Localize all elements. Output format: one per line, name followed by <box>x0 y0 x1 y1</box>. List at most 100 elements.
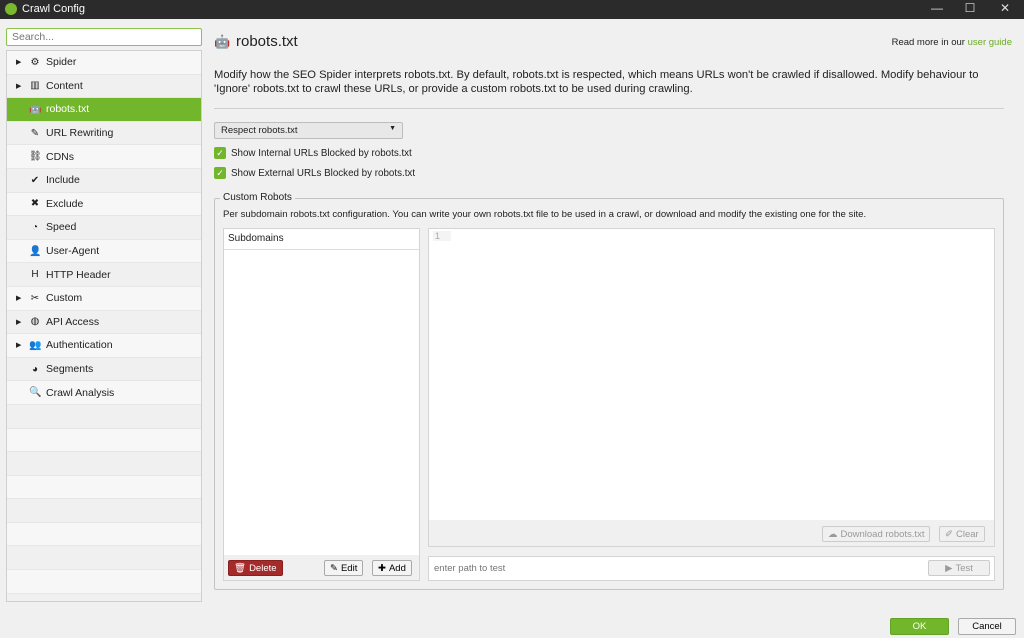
app-logo-icon <box>5 3 17 15</box>
subdomains-list[interactable]: Subdomains <box>223 228 420 581</box>
empty-row <box>7 523 201 547</box>
delete-button[interactable]: 🗑 Delete <box>228 560 283 576</box>
item-icon: ▥ <box>30 80 40 92</box>
title-bar: Crawl Config — ☐ ✕ <box>0 0 1024 19</box>
custom-robots-description: Per subdomain robots.txt configuration. … <box>223 209 867 220</box>
description: Modify how the SEO Spider interprets rob… <box>214 69 979 95</box>
chevron-down-icon: ▼ <box>389 125 396 132</box>
edit-button[interactable]: ✎ Edit <box>324 560 364 576</box>
window-title: Crawl Config <box>22 3 85 15</box>
robot-icon: 🤖 <box>214 34 231 49</box>
subdomains-toolbar: 🗑 Delete ✎ Edit ✚ Add <box>224 555 419 580</box>
search-input[interactable] <box>6 28 202 46</box>
sidebar-item-label: Crawl Analysis <box>46 386 115 399</box>
item-icon: ✂ <box>30 292 40 304</box>
sidebar-item-user-agent[interactable]: 👤 User-Agent <box>7 240 201 264</box>
item-icon: 👤 <box>29 245 42 257</box>
divider <box>214 108 1004 109</box>
sidebar-item-label: User-Agent <box>46 245 100 258</box>
show-internal-checkbox[interactable]: ✓ Show Internal URLs Blocked by robots.tx… <box>214 147 412 159</box>
item-icon: 🔍 <box>29 387 42 399</box>
user-guide-link[interactable]: user guide <box>968 37 1012 48</box>
item-icon: ✔ <box>30 174 40 186</box>
download-robots-button[interactable]: ☁ Download robots.txt <box>822 526 931 542</box>
clear-label: Clear <box>955 528 979 540</box>
trash-icon: 🗑 <box>234 562 247 574</box>
item-icon: 🤖 <box>29 103 42 115</box>
sidebar-item-label: API Access <box>46 315 100 328</box>
show-external-label: Show External URLs Blocked by robots.txt <box>231 167 416 179</box>
robots-mode-value: Respect robots.txt <box>221 125 298 136</box>
sidebar-item-spider[interactable]: ▶ ⚙ Spider <box>7 51 201 75</box>
sidebar-item-cdns[interactable]: ⛓ CDNs <box>7 145 201 169</box>
show-internal-label: Show Internal URLs Blocked by robots.txt <box>231 147 412 159</box>
sidebar-item-exclude[interactable]: ✖ Exclude <box>7 193 201 217</box>
sidebar-item-http-header[interactable]: H HTTP Header <box>7 263 201 287</box>
download-label: Download robots.txt <box>840 528 925 540</box>
empty-row <box>7 404 201 429</box>
sidebar-item-url-rewriting[interactable]: ✎ URL Rewriting <box>7 121 201 146</box>
sidebar-item-label: Include <box>46 174 80 187</box>
sidebar-item-label: Spider <box>46 56 77 69</box>
sidebar-item-label: Speed <box>46 221 77 234</box>
sidebar-item-label: Custom <box>46 292 83 305</box>
clear-button[interactable]: ✐ Clear <box>939 526 985 542</box>
editor-toolbar: ☁ Download robots.txt ✐ Clear <box>429 520 994 546</box>
empty-row <box>7 452 201 476</box>
sidebar-item-robots-txt[interactable]: 🤖 robots.txt <box>7 98 201 122</box>
item-icon: ✖ <box>30 198 40 210</box>
robots-editor[interactable] <box>428 228 995 547</box>
test-path-input[interactable] <box>428 556 995 581</box>
item-icon: ✎ <box>30 127 40 139</box>
item-icon: ◔ <box>31 221 39 233</box>
sidebar-item-api-access[interactable]: ▶ ◍ API Access <box>7 310 201 335</box>
test-button[interactable]: ▶ Test <box>928 560 990 576</box>
read-more-text: Read more in our <box>891 37 968 48</box>
empty-row <box>7 429 201 453</box>
sidebar-item-custom[interactable]: ▶ ✂ Custom <box>7 287 201 311</box>
sidebar-item-speed[interactable]: ◔ Speed <box>7 216 201 240</box>
edit-icon: ✎ <box>330 562 338 574</box>
checkbox-checked-icon: ✓ <box>214 167 226 179</box>
sidebar-item-content[interactable]: ▶ ▥ Content <box>7 74 201 99</box>
expand-arrow-icon[interactable]: ▶ <box>16 294 21 302</box>
sidebar-item-crawl-analysis[interactable]: 🔍 Crawl Analysis <box>7 381 201 405</box>
empty-row <box>7 499 201 523</box>
close-button[interactable]: ✕ <box>988 0 1022 19</box>
line-number: 1 <box>433 231 451 241</box>
sidebar-item-label: Authentication <box>46 339 113 352</box>
item-icon: ◍ <box>30 316 40 328</box>
item-icon: ◕ <box>31 363 39 375</box>
custom-robots-legend: Custom Robots <box>220 192 295 203</box>
edit-label: Edit <box>340 562 358 574</box>
sidebar-item-label: CDNs <box>46 150 74 163</box>
robots-mode-select[interactable]: Respect robots.txt ▼ <box>214 122 403 139</box>
expand-arrow-icon[interactable]: ▶ <box>16 318 21 326</box>
sidebar-item-label: Exclude <box>46 197 84 210</box>
expand-arrow-icon[interactable]: ▶ <box>16 82 21 90</box>
minimize-button[interactable]: — <box>920 0 954 19</box>
subdomains-header: Subdomains <box>224 229 419 250</box>
sidebar-item-label: HTTP Header <box>46 268 111 281</box>
show-external-checkbox[interactable]: ✓ Show External URLs Blocked by robots.tx… <box>214 167 415 179</box>
maximize-button[interactable]: ☐ <box>953 0 987 19</box>
empty-row <box>7 546 201 571</box>
empty-row <box>7 593 201 601</box>
empty-row <box>7 570 201 594</box>
sidebar-item-label: URL Rewriting <box>46 127 114 140</box>
ok-button[interactable]: OK <box>890 618 949 635</box>
sidebar-item-label: robots.txt <box>46 103 90 116</box>
expand-arrow-icon[interactable]: ▶ <box>16 58 21 66</box>
sidebar-item-authentication[interactable]: ▶ 👥 Authentication <box>7 334 201 358</box>
sidebar-item-segments[interactable]: ◕ Segments <box>7 357 201 382</box>
cancel-button[interactable]: Cancel <box>958 618 1016 635</box>
empty-row <box>7 476 201 500</box>
sidebar-item-include[interactable]: ✔ Include <box>7 168 201 193</box>
expand-arrow-icon[interactable]: ▶ <box>16 341 21 349</box>
add-button[interactable]: ✚ Add <box>372 560 412 576</box>
eraser-icon: ✐ <box>945 528 953 540</box>
sidebar-item-label: Content <box>46 79 83 92</box>
checkbox-checked-icon: ✓ <box>214 147 226 159</box>
item-icon: ⚙ <box>30 56 40 68</box>
item-icon: H <box>31 269 39 281</box>
